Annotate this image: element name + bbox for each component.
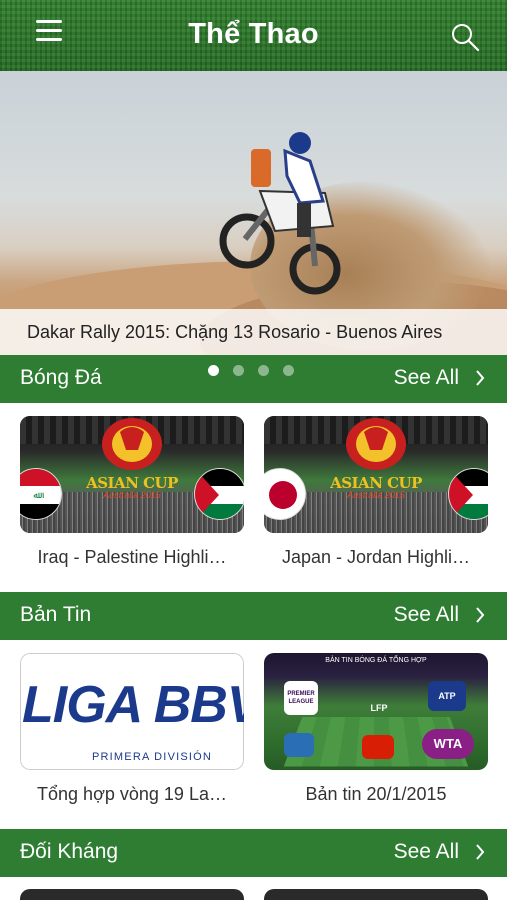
see-all-label: See All (393, 840, 459, 863)
video-card[interactable]: ASIAN CUP Australia 2015 Japan - Jordan … (264, 416, 488, 568)
section-header-bong-da: Bóng Đá See All (0, 355, 507, 403)
motorbike-rider-image (219, 132, 341, 295)
card-title: Tổng hợp vòng 19 La… (37, 784, 227, 804)
see-all-button[interactable]: See All (394, 840, 485, 864)
palestine-flag-icon (194, 468, 244, 520)
asian-cup-logo-icon (102, 418, 162, 470)
app-title: Thể Thao (188, 18, 319, 50)
video-thumbnail: ASIAN CUP Australia 2015 ﷲ (20, 416, 244, 533)
section-header-ban-tin: Bản Tin See All (0, 592, 507, 640)
see-all-button[interactable]: See All (394, 603, 485, 627)
page-dot[interactable] (233, 365, 244, 376)
section-title: Bản Tin (20, 603, 92, 626)
serie-a-logo-icon (284, 733, 314, 757)
page-dot[interactable] (283, 365, 294, 376)
see-all-button[interactable]: See All (394, 366, 485, 390)
card-title: Japan - Jordan Highli… (281, 547, 471, 567)
card-title: Iraq - Palestine Highli… (37, 547, 227, 567)
app-header: Thể Thao (0, 0, 507, 71)
wta-logo: WTA (422, 729, 474, 759)
atp-logo: ATP (428, 681, 466, 711)
bundesliga-logo-icon (362, 735, 394, 759)
video-thumbnail: BẢN TIN BÓNG ĐÁ TỔNG HỢP PREMIER LEAGUE … (264, 653, 488, 770)
hero-caption: Dakar Rally 2015: Chặng 13 Rosario - Bue… (0, 309, 507, 355)
chevron-right-icon (476, 370, 485, 386)
section-header-doi-khang: Đối Kháng See All (0, 829, 507, 877)
see-all-label: See All (393, 603, 459, 626)
section-title: Đối Kháng (20, 840, 119, 863)
search-icon[interactable] (449, 21, 481, 53)
video-thumbnail: LIGA BBV PRIMERA DIVISIÓN (20, 653, 244, 770)
video-thumbnail-partial[interactable] (264, 889, 488, 900)
jordan-flag-icon (448, 468, 488, 520)
video-thumbnail-partial[interactable] (20, 889, 244, 900)
video-card[interactable]: LIGA BBV PRIMERA DIVISIÓN Tổng hợp vòng … (20, 653, 244, 805)
video-thumbnail: ASIAN CUP Australia 2015 (264, 416, 488, 533)
asian-cup-logo-icon (346, 418, 406, 470)
hero-banner[interactable]: Dakar Rally 2015: Chặng 13 Rosario - Bue… (0, 71, 507, 355)
liga-wordmark: LIGA BBV (22, 676, 244, 734)
premier-league-logo: PREMIER LEAGUE (284, 681, 318, 715)
liga-subtitle: PRIMERA DIVISIÓN (92, 751, 213, 763)
chevron-right-icon (476, 844, 485, 860)
see-all-label: See All (393, 366, 459, 389)
page-indicator (208, 365, 294, 376)
card-title: Bản tin 20/1/2015 (305, 784, 447, 804)
news-heading: BẢN TIN BÓNG ĐÁ TỔNG HỢP (325, 657, 427, 664)
video-card[interactable]: BẢN TIN BÓNG ĐÁ TỔNG HỢP PREMIER LEAGUE … (264, 653, 488, 805)
lfp-logo: LFP (370, 703, 388, 713)
chevron-right-icon (476, 607, 485, 623)
video-card[interactable]: ASIAN CUP Australia 2015 ﷲ Iraq - Palest… (20, 416, 244, 568)
page-dot[interactable] (258, 365, 269, 376)
section-title: Bóng Đá (20, 366, 102, 389)
page-dot-active[interactable] (208, 365, 219, 376)
